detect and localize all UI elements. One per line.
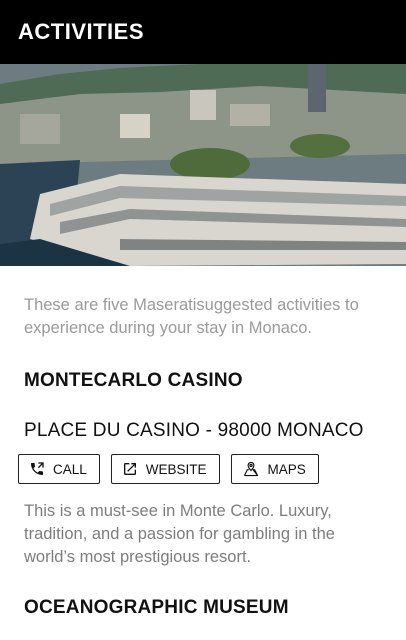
call-label: CALL	[53, 461, 87, 477]
call-button[interactable]: CALL	[18, 454, 100, 484]
action-buttons: CALL WEBSITE MAPS	[18, 454, 382, 484]
activity-title: OCEANOGRAPHIC MUSEUM	[24, 597, 289, 618]
maps-label: MAPS	[267, 461, 306, 477]
intro-text: These are five Maseratisuggested activit…	[24, 296, 359, 337]
app-bar: ACTIVITIES	[0, 0, 406, 64]
website-button[interactable]: WEBSITE	[110, 454, 220, 484]
page-title: ACTIVITIES	[18, 19, 145, 44]
website-label: WEBSITE	[145, 461, 207, 477]
map-icon	[242, 461, 260, 477]
external-link-icon	[122, 461, 138, 477]
activity-description: This is a must-see in Monte Carlo. Luxur…	[24, 502, 335, 566]
phone-icon	[29, 461, 45, 477]
activity-address: PLACE DU CASINO - 98000 MONACO	[24, 420, 364, 441]
content: These are five Maseratisuggested activit…	[0, 266, 406, 619]
maps-button[interactable]: MAPS	[230, 454, 319, 484]
activity-title: MONTECARLO CASINO	[24, 370, 243, 391]
monaco-photo	[0, 64, 406, 266]
hero-image	[0, 64, 406, 266]
